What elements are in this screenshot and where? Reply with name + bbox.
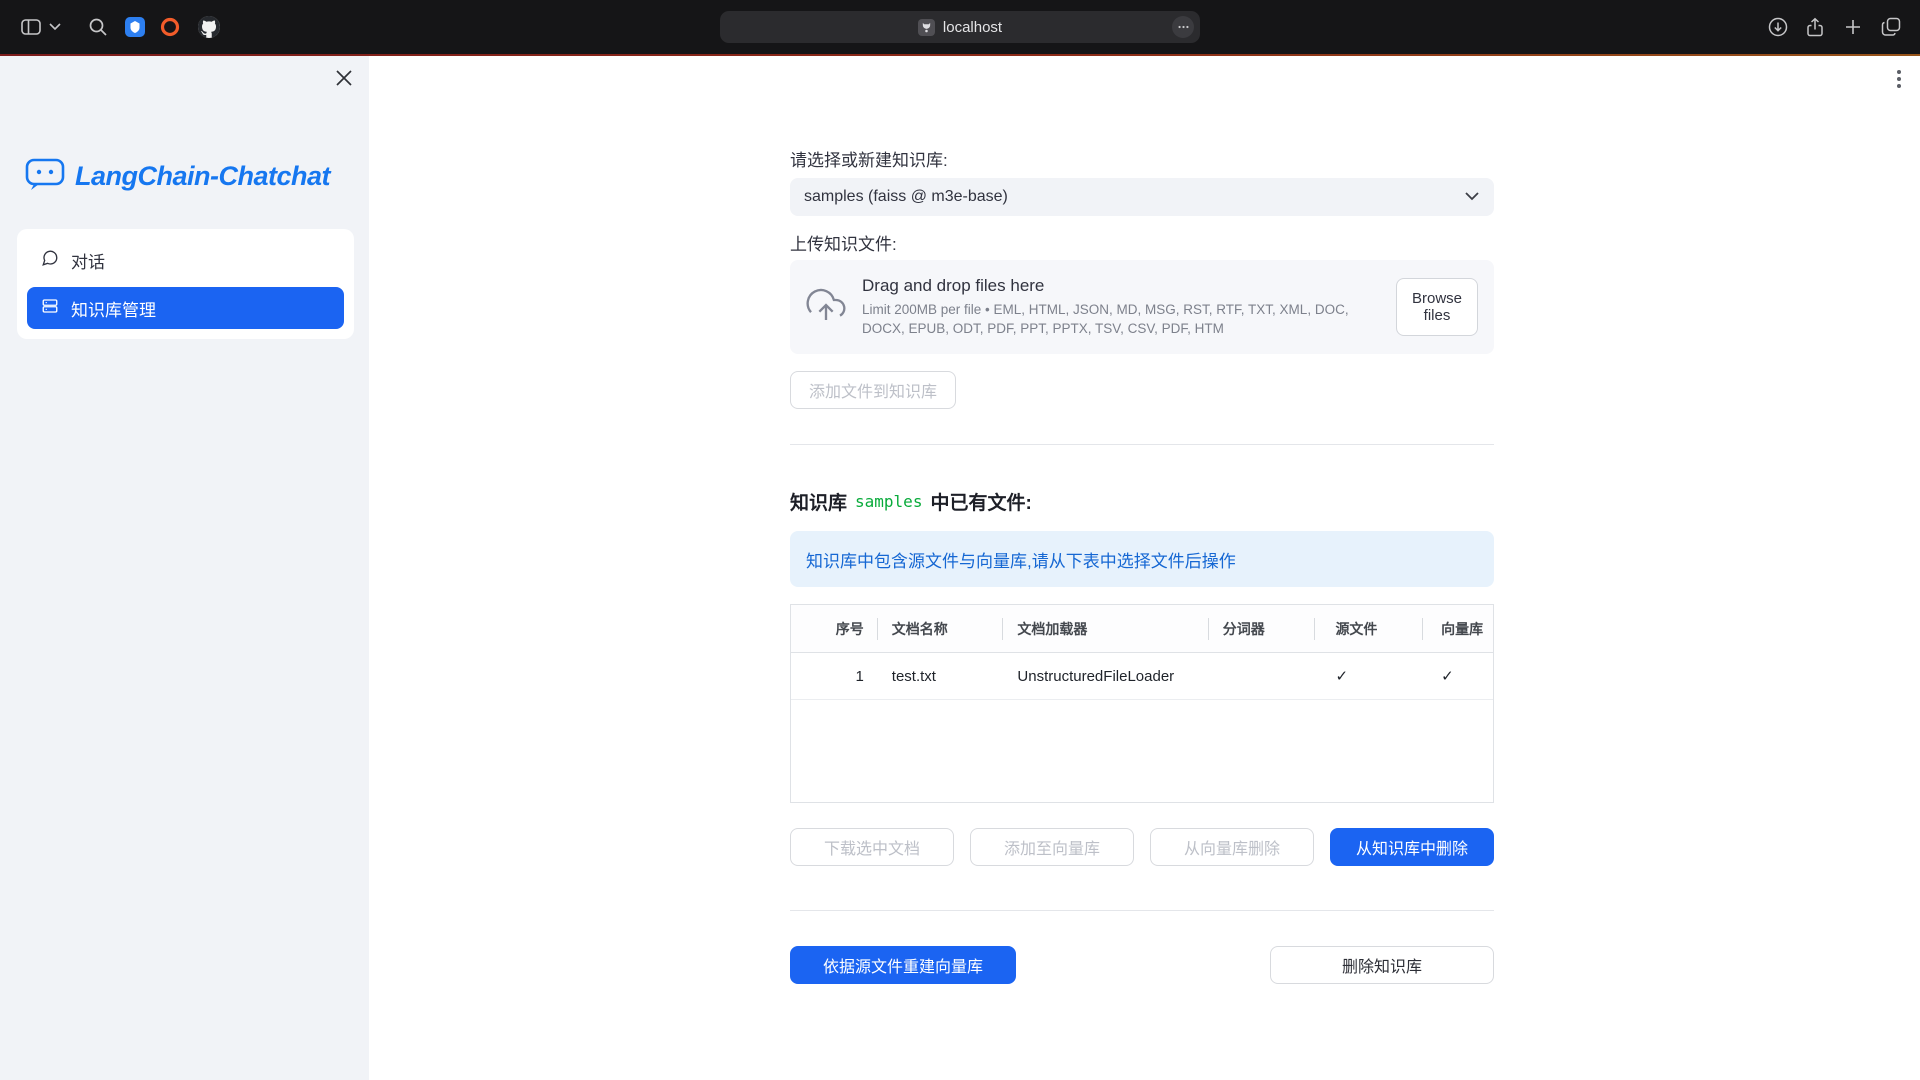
extension-blue-icon[interactable] [125, 17, 145, 37]
table-header-filename[interactable]: 文档名称 [878, 605, 1004, 652]
kb-select-label: 请选择或新建知识库: [790, 146, 1494, 171]
chat-bubble-icon [41, 249, 59, 272]
info-banner: 知识库中包含源文件与向量库,请从下表中选择文件后操作 [790, 531, 1494, 587]
upload-label: 上传知识文件: [790, 230, 1494, 255]
extension-orange-icon[interactable] [160, 17, 180, 37]
table-row[interactable]: 1 test.txt UnstructuredFileLoader ✓ ✓ [791, 653, 1493, 700]
search-icon[interactable] [87, 16, 109, 38]
sidebar-toggle-icon[interactable] [20, 16, 42, 38]
heading-suffix: 中已有文件: [930, 488, 1031, 515]
browser-toolbar: localhost [0, 0, 1920, 54]
logo-chat-icon [24, 155, 66, 198]
sidebar-item-dialogue[interactable]: 对话 [27, 239, 344, 281]
kb-select-value: samples (faiss @ m3e-base) [804, 188, 1008, 206]
browse-files-button[interactable]: Browse files [1396, 278, 1478, 336]
dropzone-limit: Limit 200MB per file • EML, HTML, JSON, … [862, 301, 1380, 337]
dropzone-text: Drag and drop files here Limit 200MB per… [862, 276, 1380, 337]
table-header-source[interactable]: 源文件 [1315, 605, 1423, 652]
sidebar-item-knowledge-base[interactable]: 知识库管理 [27, 287, 344, 329]
rebuild-vector-store-button[interactable]: 依据源文件重建向量库 [790, 946, 1016, 984]
sidebar-item-label: 知识库管理 [71, 296, 156, 321]
sidebar: LangChain-Chatchat 对话 [0, 56, 369, 1080]
dropzone-title: Drag and drop files here [862, 276, 1380, 296]
sidebar-item-label: 对话 [71, 248, 105, 273]
upload-cloud-icon [806, 285, 846, 330]
app-page: LangChain-Chatchat 对话 [0, 56, 1920, 1080]
files-table: 序号 文档名称 文档加载器 分词器 源文件 向量库 1 test.txt Uns… [790, 604, 1494, 803]
delete-kb-button[interactable]: 删除知识库 [1270, 946, 1494, 984]
knowledge-base-icon [41, 297, 59, 320]
heading-prefix: 知识库 [790, 488, 847, 515]
logo-text: LangChain-Chatchat [75, 161, 330, 192]
chevron-down-icon[interactable] [48, 21, 62, 43]
add-to-vector-button[interactable]: 添加至向量库 [970, 828, 1134, 866]
download-selected-button[interactable]: 下载选中文档 [790, 828, 954, 866]
remove-from-vector-button[interactable]: 从向量库删除 [1150, 828, 1314, 866]
kb-bottom-actions: 依据源文件重建向量库 删除知识库 [790, 946, 1494, 984]
delete-from-kb-button[interactable]: 从知识库中删除 [1330, 828, 1494, 866]
app-logo: LangChain-Chatchat [24, 154, 330, 198]
table-header-row: 序号 文档名称 文档加载器 分词器 源文件 向量库 [791, 605, 1493, 653]
file-dropzone[interactable]: Drag and drop files here Limit 200MB per… [790, 260, 1494, 354]
table-header-splitter[interactable]: 分词器 [1209, 605, 1316, 652]
cell-index: 1 [791, 653, 878, 699]
cell-splitter [1209, 653, 1316, 699]
github-extension-icon[interactable] [197, 15, 221, 39]
table-header-loader[interactable]: 文档加载器 [1003, 605, 1208, 652]
address-bar[interactable]: localhost [720, 11, 1200, 43]
app-menu-icon[interactable] [1890, 66, 1908, 92]
sidebar-close-icon[interactable] [332, 66, 356, 90]
page-settings-icon[interactable] [1172, 16, 1194, 38]
downloads-icon[interactable] [1767, 16, 1789, 38]
share-icon[interactable] [1804, 16, 1826, 38]
kb-select[interactable]: samples (faiss @ m3e-base) [790, 178, 1494, 216]
site-favicon [918, 19, 935, 36]
new-tab-icon[interactable] [1842, 16, 1864, 38]
cell-loader: UnstructuredFileLoader [1003, 653, 1208, 699]
table-header-index[interactable]: 序号 [791, 605, 878, 652]
table-actions: 下载选中文档 添加至向量库 从向量库删除 从知识库中删除 [790, 828, 1494, 866]
add-files-button[interactable]: 添加文件到知识库 [790, 371, 956, 409]
table-header-vector[interactable]: 向量库 [1423, 605, 1493, 652]
divider [790, 910, 1494, 911]
cell-filename: test.txt [878, 653, 1004, 699]
url-text: localhost [943, 19, 1002, 36]
sidebar-nav: 对话 知识库管理 [17, 229, 354, 339]
select-chevron-icon [1464, 188, 1480, 206]
divider [790, 444, 1494, 445]
cell-source-check: ✓ [1315, 653, 1423, 699]
tab-overview-icon[interactable] [1880, 16, 1902, 38]
main-content: 请选择或新建知识库: samples (faiss @ m3e-base) 上传… [790, 56, 1494, 1080]
heading-kb-name: samples [855, 492, 922, 511]
kb-files-heading: 知识库 samples 中已有文件: [790, 488, 1494, 515]
cell-vector-check: ✓ [1423, 653, 1493, 699]
